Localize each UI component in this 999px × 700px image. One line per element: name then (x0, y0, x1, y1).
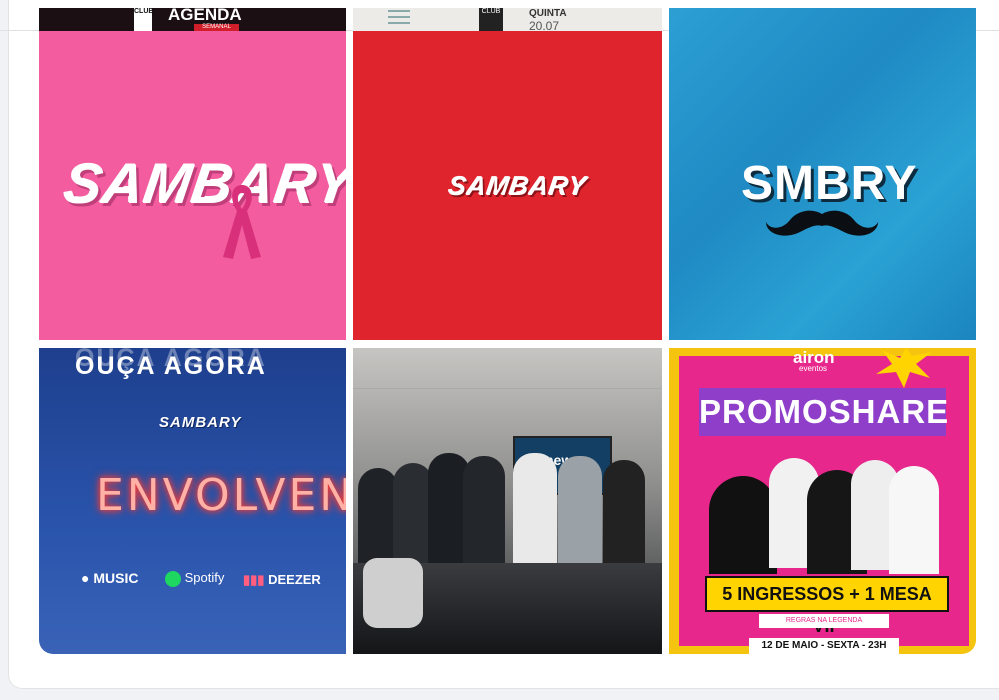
deezer-label: ▮▮▮ DEEZER (243, 572, 321, 588)
event-date: 12 DE MAIO - SEXTA - 23H (749, 638, 899, 654)
ceiling-line (353, 388, 662, 389)
sambary-logo: SAMBARY (446, 171, 590, 201)
person (709, 476, 777, 574)
quinta-label: QUINTA (529, 8, 567, 19)
apple-music-text: MUSIC (93, 570, 139, 586)
offer-banner: 5 INGRESSOS + 1 MESA VIP (705, 576, 949, 636)
agenda-subtitle: SEMANAL (194, 24, 239, 31)
person (889, 466, 939, 574)
post-agenda-partial[interactable]: CLUB AGENDA SEMANAL (39, 8, 346, 31)
post-sambary-pink[interactable]: SAMBARY (39, 31, 346, 340)
person (463, 456, 505, 571)
person (558, 456, 602, 571)
decor-line (388, 10, 410, 12)
quinta-date: 20.07 (529, 19, 560, 31)
person (513, 453, 557, 568)
apple-icon: ● (81, 570, 90, 586)
chair (363, 558, 423, 628)
deezer-text: DEEZER (268, 572, 321, 587)
person (393, 463, 433, 573)
spotify-text: Spotify (184, 570, 225, 585)
rules-label: REGRAS NA LEGENDA (759, 614, 889, 628)
post-title: OUÇA AGORA (75, 352, 267, 380)
post-envolvente[interactable]: OUÇA AGORA SAMBARY ENVOLVENTE ● MUSIC Sp… (39, 348, 346, 654)
deezer-icon: ▮▮▮ (243, 572, 265, 587)
promoshare-title: PROMOSHARE (699, 388, 948, 436)
post-sambary-red[interactable]: SAMBARY (353, 31, 662, 340)
post-photo-team[interactable]: new (353, 348, 662, 654)
spotify-label: Spotify (165, 570, 224, 587)
decor-line (388, 16, 410, 18)
club-badge: CLUB (134, 8, 153, 31)
post-promoshare[interactable]: airon eventos PROMOSHARE 5 INGRESSOS + 1… (669, 348, 976, 654)
sambary-logo: SAMBARY (159, 414, 242, 431)
media-grid: CLUB AGENDA SEMANAL CLUB QUINTA 20.07 SA… (39, 8, 976, 654)
smbry-logo: SMBRY (741, 157, 918, 210)
club-badge: CLUB (479, 8, 503, 31)
spotify-icon (165, 570, 181, 587)
burst-icon (876, 348, 932, 388)
post-quinta-partial[interactable]: CLUB QUINTA 20.07 (353, 8, 662, 31)
decor-line (388, 22, 410, 24)
post-smbry-blue[interactable]: SMBRY (669, 8, 976, 340)
pink-ribbon-icon (223, 185, 261, 259)
sambary-logo: SAMBARY (60, 152, 346, 215)
person (603, 460, 645, 570)
apple-music-label: ● MUSIC (81, 570, 138, 586)
song-title: ENVOLVENTE (96, 470, 346, 521)
mustache-icon (766, 210, 878, 236)
agenda-title: AGENDA (168, 8, 242, 24)
org-sub: eventos (799, 364, 828, 373)
